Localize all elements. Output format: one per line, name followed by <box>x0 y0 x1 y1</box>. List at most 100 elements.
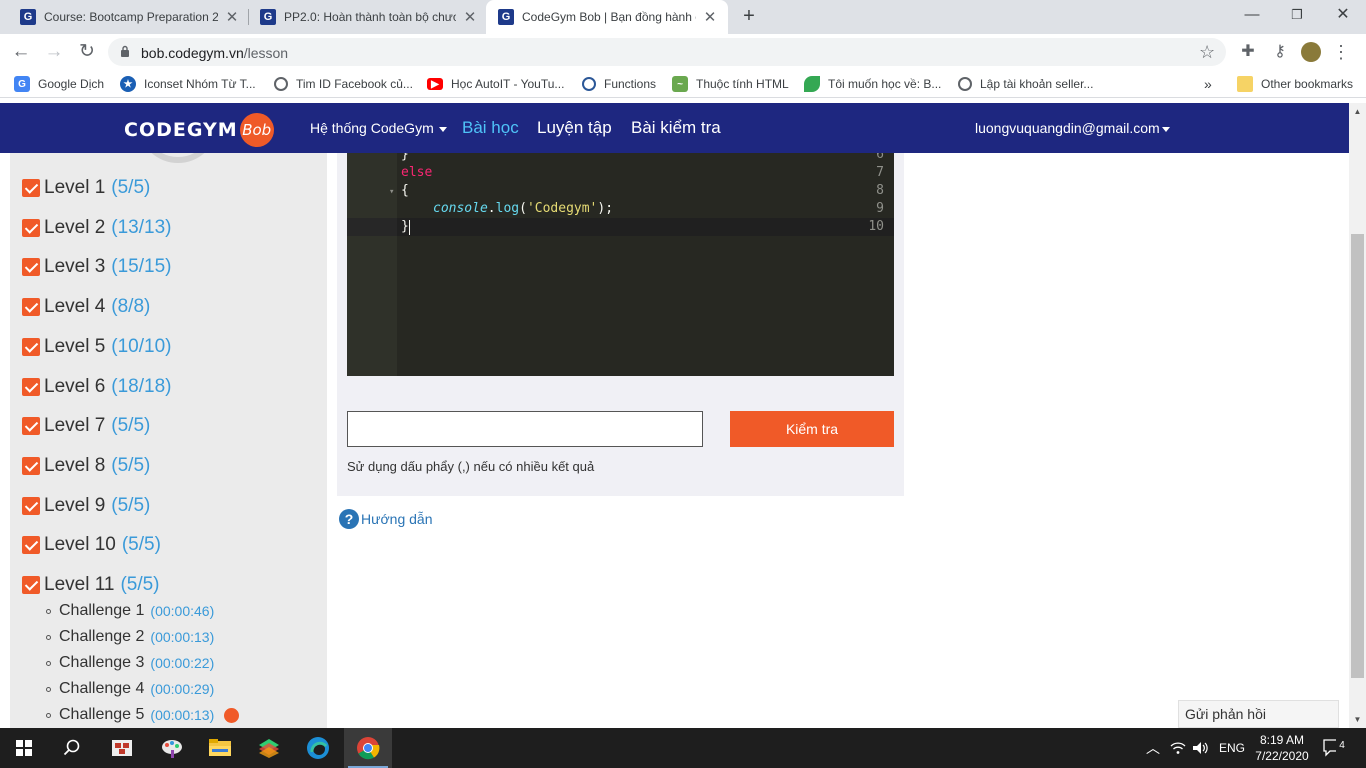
level-item[interactable]: Level 2 (13/13) <box>22 217 171 239</box>
level-item[interactable]: Level 8 (5/5) <box>22 455 150 477</box>
menu-bai-kiem-tra[interactable]: Bài kiểm tra <box>631 118 721 138</box>
key-icon[interactable]: ⚷ <box>1270 42 1290 62</box>
app-paint-icon[interactable] <box>148 728 196 768</box>
bookmark-thuoc-tinh-html[interactable]: ~ Thuộc tính HTML <box>672 75 789 93</box>
answer-input[interactable] <box>347 411 703 447</box>
back-arrow-icon[interactable]: ← <box>9 40 33 64</box>
bookmark-lap-tai-khoan[interactable]: Lập tài khoản seller... <box>958 75 1093 93</box>
more-menu-icon[interactable]: ⋮ <box>1331 42 1351 62</box>
guide-link[interactable]: ? Hướng dẫn <box>339 509 432 529</box>
browser-tab-course[interactable]: G Course: Bootcamp Preparation 2.0 ✕ <box>8 0 250 34</box>
help-question-icon: ? <box>339 509 359 529</box>
extensions-puzzle-icon[interactable]: ✚ <box>1238 42 1258 62</box>
profile-avatar[interactable] <box>1301 42 1321 62</box>
clock-time: 8:19 AM <box>1259 733 1305 747</box>
checkbox-checked-icon <box>22 497 40 515</box>
level-item[interactable]: Level 7 (5/5) <box>22 415 150 437</box>
scrollbar-thumb[interactable] <box>1351 234 1364 678</box>
bookmark-toi-muon-hoc[interactable]: Tôi muốn học về: B... <box>804 75 941 93</box>
search-icon[interactable] <box>48 728 96 768</box>
forward-arrow-icon[interactable]: → <box>42 40 66 64</box>
chrome-browser-icon[interactable] <box>344 728 392 768</box>
bookmarks-overflow-button[interactable]: » <box>1204 75 1212 93</box>
tab-title: CodeGym Bob | Bạn đồng hành của bạn <box>522 10 696 24</box>
globe-icon <box>274 77 288 91</box>
bookmark-tim-id[interactable]: Tim ID Facebook củ... <box>274 75 413 93</box>
code-line: { <box>401 183 409 198</box>
level-item[interactable]: Level 1 (5/5) <box>22 177 150 199</box>
wifi-icon[interactable] <box>1170 728 1186 768</box>
checkbox-checked-icon <box>22 457 40 475</box>
level-progress: (5/5) <box>111 495 151 516</box>
edge-browser-icon[interactable] <box>294 728 342 768</box>
show-hidden-icons-chevron-icon[interactable]: ︿ <box>1146 728 1160 768</box>
restore-window-icon[interactable]: ❐ <box>1274 4 1320 28</box>
level-item[interactable]: Level 9 (5/5) <box>22 495 150 517</box>
code-token: log <box>495 201 520 216</box>
challenge-item[interactable]: Challenge 1 (00:00:46) <box>46 602 214 620</box>
code-editor[interactable]: 6 7 8 ▾ 9 10 } else { console.log('Codeg… <box>347 153 894 376</box>
scroll-up-arrow-icon[interactable]: ▲ <box>1349 103 1366 120</box>
app-tools-icon[interactable] <box>98 728 146 768</box>
level-item[interactable]: Level 5 (10/10) <box>22 336 171 358</box>
scroll-down-arrow-icon[interactable]: ▼ <box>1349 711 1366 728</box>
bookmark-label: Functions <box>604 77 657 91</box>
bullet-icon <box>46 686 51 692</box>
tab-title: PP2.0: Hoàn thành toàn bộ chương trình <box>284 10 456 24</box>
close-tab-icon[interactable]: ✕ <box>462 8 478 26</box>
browser-tab-pp2[interactable]: G PP2.0: Hoàn thành toàn bộ chương trình… <box>248 0 488 34</box>
codegym-logo[interactable]: CODEGYM Bob <box>124 113 274 147</box>
menu-bai-hoc[interactable]: Bài học <box>462 118 519 138</box>
line-number: 8 <box>876 183 884 198</box>
windows-start-icon[interactable] <box>0 728 48 768</box>
level-progress: (8/8) <box>111 296 151 317</box>
input-language[interactable]: ENG <box>1219 728 1245 768</box>
challenge-item[interactable]: Challenge 5 (00:00:13) <box>46 706 240 724</box>
check-button[interactable]: Kiểm tra <box>730 411 894 447</box>
other-bookmarks[interactable]: Other bookmarks <box>1237 75 1353 93</box>
bookmark-star-icon[interactable]: ☆ <box>1199 42 1215 63</box>
bookmark-label: Thuộc tính HTML <box>696 77 789 91</box>
code-token: ( <box>519 201 527 216</box>
challenge-item[interactable]: Challenge 4 (00:00:29) <box>46 680 214 698</box>
bookmark-autoit[interactable]: ▶ Học AutoIT - YouTu... <box>427 75 564 93</box>
bookmark-iconset[interactable]: ★ Iconset Nhóm Từ T... <box>120 75 256 93</box>
url-text[interactable]: bob.codegym.vn/lesson <box>141 45 288 61</box>
bookmark-functions[interactable]: Functions <box>582 75 656 93</box>
fold-arrow-icon[interactable]: ▾ <box>389 187 394 197</box>
level-name: Level 9 <box>44 495 106 516</box>
system-clock[interactable]: 8:19 AM 7/22/2020 <box>1254 728 1310 768</box>
close-tab-icon[interactable]: ✕ <box>224 8 240 26</box>
reload-icon[interactable]: ↻ <box>75 40 99 64</box>
file-explorer-icon[interactable] <box>196 728 244 768</box>
menu-he-thong[interactable]: Hệ thống CodeGym <box>310 120 447 136</box>
code-line: else <box>401 165 433 180</box>
close-window-icon[interactable]: ✕ <box>1320 4 1366 28</box>
app-layers-icon[interactable] <box>245 728 293 768</box>
bookmark-label: Iconset Nhóm Từ T... <box>144 77 256 91</box>
volume-icon[interactable] <box>1192 728 1210 768</box>
new-tab-button[interactable]: + <box>738 5 760 27</box>
close-tab-icon[interactable]: ✕ <box>702 8 718 26</box>
level-item[interactable]: Level 6 (18/18) <box>22 376 171 398</box>
challenge-item[interactable]: Challenge 2 (00:00:13) <box>46 628 214 646</box>
menu-luyen-tap[interactable]: Luyện tập <box>537 118 612 138</box>
bookmark-label: Other bookmarks <box>1261 77 1354 91</box>
level-item[interactable]: Level 11 (5/5) <box>22 574 160 596</box>
bookmark-label: Học AutoIT - YouTu... <box>451 77 565 91</box>
challenge-name: Challenge 4 <box>59 680 145 697</box>
feedback-button[interactable]: Gửi phản hồi <box>1178 700 1339 728</box>
active-line-highlight <box>397 218 894 236</box>
level-item[interactable]: Level 3 (15/15) <box>22 256 171 278</box>
minimize-window-icon[interactable]: — <box>1229 4 1275 28</box>
checkbox-checked-icon <box>22 576 40 594</box>
level-item[interactable]: Level 10 (5/5) <box>22 534 161 556</box>
browser-tab-codegym-bob[interactable]: G CodeGym Bob | Bạn đồng hành của bạn ✕ <box>486 0 728 34</box>
challenge-item[interactable]: Challenge 3 (00:00:22) <box>46 654 214 672</box>
level-name: Level 5 <box>44 336 106 357</box>
bookmark-google-dich[interactable]: G Google Dịch <box>14 75 104 93</box>
level-item[interactable]: Level 4 (8/8) <box>22 296 150 318</box>
checkbox-checked-icon <box>22 536 40 554</box>
user-menu[interactable]: luongvuquangdin@gmail.com <box>975 120 1170 136</box>
notification-count-badge: 4 <box>1336 738 1348 752</box>
